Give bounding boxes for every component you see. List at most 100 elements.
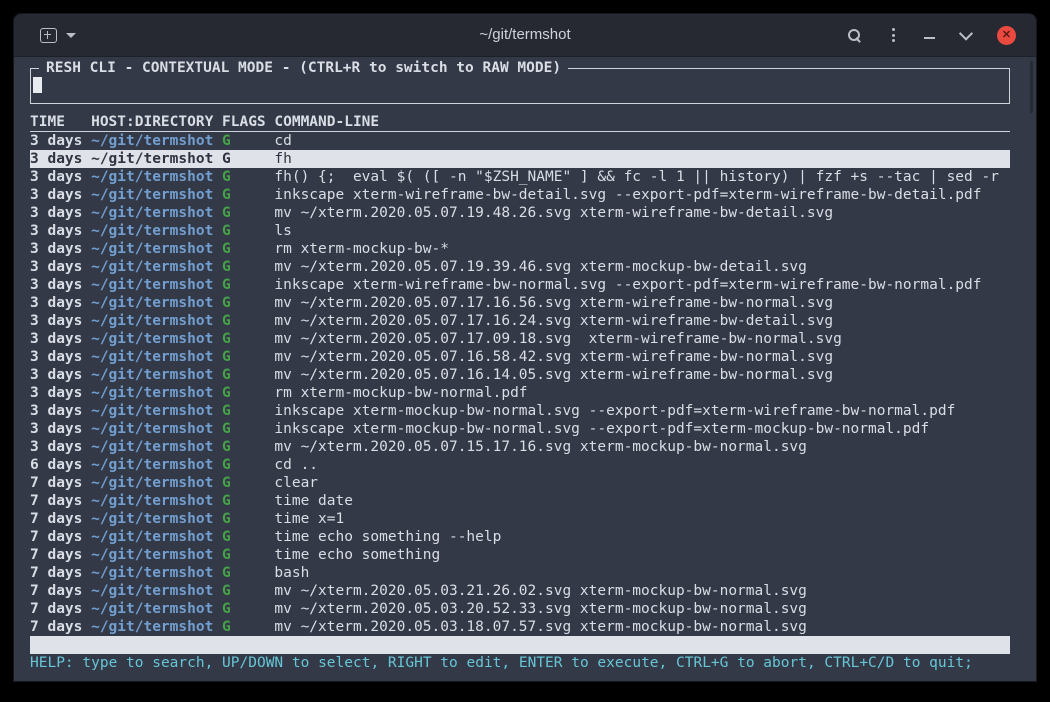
minimize-icon[interactable] [924, 37, 935, 39]
history-row[interactable]: 3 days ~/git/termshot G rm xterm-mockup-… [30, 384, 1010, 402]
row-flag: G [222, 204, 266, 222]
row-directory: ~/git/termshot [91, 132, 213, 150]
row-command: rm xterm-mockup-bw-* [274, 240, 1010, 258]
row-command: ls [274, 222, 1010, 240]
history-row[interactable]: 3 days ~/git/termshot G mv ~/xterm.2020.… [30, 204, 1010, 222]
search-input[interactable]: RESH CLI - CONTEXTUAL MODE - (CTRL+R to … [30, 68, 1010, 104]
row-command: inkscape xterm-mockup-bw-normal.svg --ex… [274, 420, 1010, 438]
row-flag: G [222, 582, 266, 600]
cursor-block [33, 77, 42, 93]
search-box-title: RESH CLI - CONTEXTUAL MODE - (CTRL+R to … [39, 59, 568, 77]
history-row[interactable]: 3 days ~/git/termshot G mv ~/xterm.2020.… [30, 258, 1010, 276]
row-flag: G [222, 384, 266, 402]
history-list: 3 days ~/git/termshot G cd 3 days ~/git/… [30, 132, 1010, 636]
history-row[interactable]: 3 days ~/git/termshot G mv ~/xterm.2020.… [30, 348, 1010, 366]
history-row[interactable]: 7 days ~/git/termshot G bash [30, 564, 1010, 582]
row-directory: ~/git/termshot [91, 600, 213, 618]
row-command: mv ~/xterm.2020.05.07.17.16.24.svg xterm… [274, 312, 1010, 330]
history-row[interactable]: 3 days ~/git/termshot G fh [30, 150, 1010, 168]
row-time: 7 days [30, 582, 82, 600]
row-flag: G [222, 186, 266, 204]
history-row[interactable]: 3 days ~/git/termshot G cd [30, 132, 1010, 150]
restore-icon[interactable] [959, 27, 973, 41]
new-tab-icon[interactable] [40, 28, 57, 43]
row-directory: ~/git/termshot [91, 582, 213, 600]
history-row[interactable]: 7 days ~/git/termshot G mv ~/xterm.2020.… [30, 618, 1010, 636]
row-directory: ~/git/termshot [91, 366, 213, 384]
history-row[interactable]: 3 days ~/git/termshot G rm xterm-mockup-… [30, 240, 1010, 258]
history-row[interactable]: 7 days ~/git/termshot G clear [30, 474, 1010, 492]
row-command: fh() {; eval $( ([ -n "$ZSH_NAME" ] && f… [274, 168, 1010, 186]
row-directory: ~/git/termshot [91, 456, 213, 474]
header-host-directory: HOST:DIRECTORY [91, 113, 213, 131]
row-time: 3 days [30, 402, 82, 420]
header-time: TIME [30, 113, 82, 131]
history-row[interactable]: 3 days ~/git/termshot G inkscape xterm-w… [30, 276, 1010, 294]
row-time: 3 days [30, 132, 82, 150]
row-flag: G [222, 168, 266, 186]
header-command-line: COMMAND-LINE [274, 113, 1010, 131]
history-row[interactable]: 7 days ~/git/termshot G mv ~/xterm.2020.… [30, 600, 1010, 618]
terminal-window: ~/git/termshot ✕ RESH CLI - CONTEXTUAL M… [14, 14, 1036, 681]
chevron-down-icon[interactable] [66, 33, 76, 38]
history-row[interactable]: 3 days ~/git/termshot G inkscape xterm-w… [30, 186, 1010, 204]
row-command: cd [274, 132, 1010, 150]
row-flag: G [222, 150, 266, 168]
row-flag: G [222, 240, 266, 258]
row-directory: ~/git/termshot [91, 204, 213, 222]
row-command: mv ~/xterm.2020.05.07.16.58.42.svg xterm… [274, 348, 1010, 366]
row-time: 3 days [30, 168, 82, 186]
row-time: 3 days [30, 150, 82, 168]
row-directory: ~/git/termshot [91, 150, 213, 168]
history-row[interactable]: 3 days ~/git/termshot G mv ~/xterm.2020.… [30, 330, 1010, 348]
row-directory: ~/git/termshot [91, 618, 213, 636]
history-header: TIME HOST:DIRECTORY FLAGS COMMAND-LINE [30, 113, 1010, 132]
row-time: 3 days [30, 222, 82, 240]
row-command: clear [274, 474, 1010, 492]
row-flag: G [222, 420, 266, 438]
row-flag: G [222, 258, 266, 276]
window-title: ~/git/termshot [479, 14, 570, 56]
history-row[interactable]: 7 days ~/git/termshot G time echo someth… [30, 528, 1010, 546]
row-directory: ~/git/termshot [91, 474, 213, 492]
kebab-menu-icon[interactable] [888, 28, 898, 42]
row-time: 3 days [30, 294, 82, 312]
history-row[interactable]: 7 days ~/git/termshot G time x=1 [30, 510, 1010, 528]
terminal-screen: RESH CLI - CONTEXTUAL MODE - (CTRL+R to … [14, 57, 1036, 681]
history-row[interactable]: 3 days ~/git/termshot G mv ~/xterm.2020.… [30, 312, 1010, 330]
row-command: time echo something [274, 546, 1010, 564]
titlebar: ~/git/termshot ✕ [14, 14, 1036, 57]
row-time: 7 days [30, 510, 82, 528]
row-command: mv ~/xterm.2020.05.03.21.26.02.svg xterm… [274, 582, 1010, 600]
row-flag: G [222, 600, 266, 618]
history-row[interactable]: 3 days ~/git/termshot G mv ~/xterm.2020.… [30, 438, 1010, 456]
history-row[interactable]: 3 days ~/git/termshot G mv ~/xterm.2020.… [30, 366, 1010, 384]
row-flag: G [222, 402, 266, 420]
history-row[interactable]: 7 days ~/git/termshot G time echo someth… [30, 546, 1010, 564]
row-command: mv ~/xterm.2020.05.07.17.16.56.svg xterm… [274, 294, 1010, 312]
row-flag: G [222, 546, 266, 564]
history-row[interactable]: 3 days ~/git/termshot G inkscape xterm-m… [30, 402, 1010, 420]
row-flag: G [222, 312, 266, 330]
history-row[interactable]: 6 days ~/git/termshot G cd .. [30, 456, 1010, 474]
row-time: 3 days [30, 330, 82, 348]
history-row[interactable]: 3 days ~/git/termshot G mv ~/xterm.2020.… [30, 294, 1010, 312]
row-directory: ~/git/termshot [91, 168, 213, 186]
header-flags: FLAGS [222, 113, 266, 131]
row-flag: G [222, 438, 266, 456]
history-row[interactable]: 7 days ~/git/termshot G time date [30, 492, 1010, 510]
search-icon[interactable] [847, 28, 862, 43]
row-flag: G [222, 276, 266, 294]
row-time: 3 days [30, 348, 82, 366]
close-icon[interactable]: ✕ [997, 26, 1016, 45]
history-row[interactable]: 7 days ~/git/termshot G mv ~/xterm.2020.… [30, 582, 1010, 600]
row-flag: G [222, 330, 266, 348]
row-time: 7 days [30, 618, 82, 636]
history-row[interactable]: 3 days ~/git/termshot G inkscape xterm-m… [30, 420, 1010, 438]
history-row[interactable]: 3 days ~/git/termshot G ls [30, 222, 1010, 240]
row-time: 3 days [30, 420, 82, 438]
history-row[interactable]: 3 days ~/git/termshot G fh() {; eval $( … [30, 168, 1010, 186]
scrollbar-thumb[interactable] [1030, 61, 1033, 113]
row-command: bash [274, 564, 1010, 582]
row-directory: ~/git/termshot [91, 564, 213, 582]
